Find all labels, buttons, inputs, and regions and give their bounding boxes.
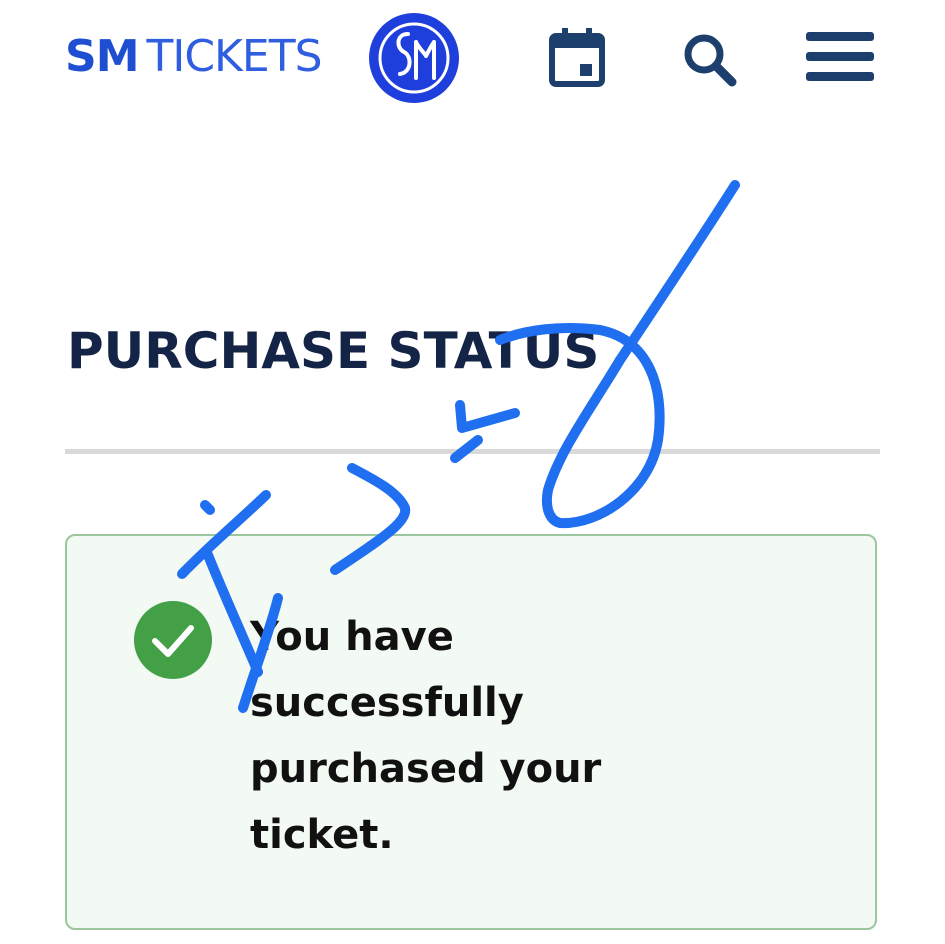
- brand-sm: SM: [65, 31, 139, 82]
- sm-circle-logo-icon: [369, 13, 459, 103]
- search-icon[interactable]: [682, 32, 740, 88]
- sm-tickets-logo[interactable]: SM TICKETS: [65, 30, 323, 84]
- brand-tickets: TICKETS: [146, 31, 322, 82]
- check-circle-icon: [134, 601, 212, 679]
- site-header: SM TICKETS: [0, 0, 945, 130]
- page-title: PURCHASE STATUS: [67, 322, 600, 380]
- status-message: You have successfully purchased your tic…: [250, 614, 602, 858]
- hamburger-menu-icon[interactable]: [806, 32, 874, 82]
- title-divider: [65, 449, 880, 454]
- calendar-icon[interactable]: [548, 26, 606, 88]
